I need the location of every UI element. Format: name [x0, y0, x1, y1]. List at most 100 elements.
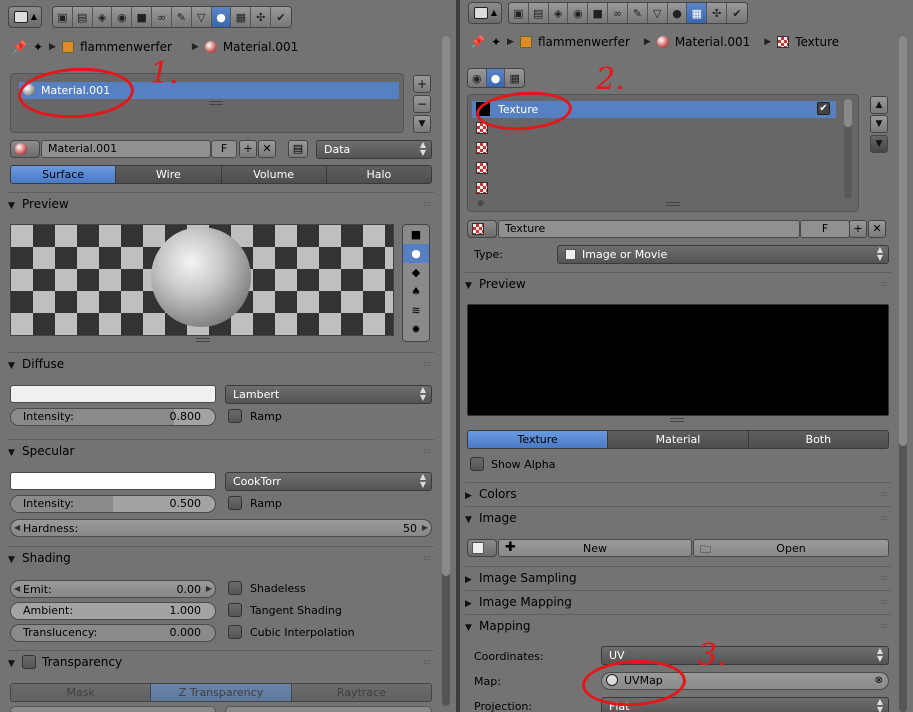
diffuse-shader-dropdown[interactable]: Lambert ▲ ▼ — [225, 385, 432, 404]
list-scrollbar[interactable] — [844, 99, 852, 199]
sky-preview-icon[interactable]: ✸ — [403, 320, 429, 339]
emit-field[interactable]: ◀ Emit: 0.00 ▶ — [10, 580, 216, 598]
decrement-arrow-icon[interactable]: ◀ — [14, 523, 20, 532]
physics-tab-icon[interactable]: ✔ — [727, 3, 747, 23]
mapping-panel-header[interactable]: ▼ Mapping:::: — [465, 614, 891, 636]
drag-handle-icon[interactable]: :::: — [423, 547, 431, 569]
list-scrollbar-thumb[interactable] — [844, 99, 852, 127]
unlink-texture-button[interactable]: ✕ — [868, 220, 886, 238]
material-tab-icon[interactable]: ● — [667, 3, 688, 23]
texture-preview-panel-header[interactable]: ▼ Preview:::: — [465, 272, 891, 294]
world-tab-icon[interactable]: ◉ — [112, 7, 133, 27]
tab-wire[interactable]: Wire — [116, 166, 222, 183]
texture-slot-empty-icon[interactable] — [476, 162, 488, 174]
tab-texture[interactable]: Texture — [468, 431, 609, 448]
diffuse-ramp-checkbox[interactable] — [228, 409, 242, 423]
specular-panel-header[interactable]: ▼ Specular:::: — [8, 439, 434, 461]
tab-raytrace[interactable]: Raytrace — [291, 684, 431, 701]
texture-tab-icon[interactable]: ▦ — [687, 3, 708, 23]
editor-type-menu[interactable]: ▲ — [8, 6, 42, 28]
shading-panel-header[interactable]: ▼ Shading:::: — [8, 546, 434, 568]
world-tab-icon[interactable]: ◉ — [568, 3, 589, 23]
scrollbar-track[interactable] — [899, 36, 907, 712]
scrollbar-track[interactable] — [442, 36, 450, 706]
preview-resize-grip[interactable] — [196, 338, 210, 342]
specular-color-swatch[interactable] — [10, 472, 216, 490]
constraints-tab-icon[interactable]: ∞ — [608, 3, 628, 23]
sphere-preview-icon[interactable]: ● — [403, 244, 429, 263]
data-tab-icon[interactable]: ▽ — [191, 7, 212, 27]
drag-handle-icon[interactable]: :::: — [880, 273, 888, 295]
tab-halo[interactable]: Halo — [326, 166, 431, 183]
tab-surface[interactable]: Surface — [11, 166, 117, 183]
texture-slot-empty-icon[interactable] — [476, 182, 488, 194]
open-image-button[interactable]: 🗀 Open — [693, 539, 889, 557]
diffuse-panel-header[interactable]: ▼ Diffuse:::: — [8, 352, 434, 374]
tangent-shading-checkbox[interactable] — [228, 603, 242, 617]
link-dropdown[interactable]: Data ▲ ▼ — [316, 140, 432, 159]
increment-arrow-icon[interactable]: ▶ — [422, 523, 428, 532]
scrollbar-thumb[interactable] — [899, 36, 907, 446]
image-sampling-panel-header[interactable]: ▶ Image Sampling:::: — [465, 566, 891, 588]
translucency-slider[interactable]: Translucency: 0.000 — [10, 624, 216, 642]
transparency-checkbox[interactable] — [22, 655, 36, 669]
image-mapping-panel-header[interactable]: ▶ Image Mapping:::: — [465, 590, 891, 612]
drag-handle-icon[interactable]: :::: — [880, 591, 888, 613]
render-layers-tab-icon[interactable]: ▤ — [72, 7, 93, 27]
tab-material[interactable]: Material — [608, 431, 749, 448]
modifiers-tab-icon[interactable]: ✎ — [627, 3, 648, 23]
increment-arrow-icon[interactable]: ▶ — [206, 584, 212, 593]
specular-shader-dropdown[interactable]: CookTorr ▲ ▼ — [225, 472, 432, 491]
drag-handle-icon[interactable]: :::: — [423, 651, 431, 673]
object-tab-icon[interactable]: ■ — [588, 3, 609, 23]
move-slot-up-button[interactable]: ▲ — [870, 96, 888, 114]
texture-enabled-checkbox[interactable]: ✔ — [817, 102, 830, 115]
texture-slot-empty-icon[interactable] — [476, 142, 488, 154]
texture-tab-icon[interactable]: ▦ — [231, 7, 252, 27]
colors-panel-header[interactable]: ▶ Colors:::: — [465, 482, 891, 504]
material-texture-icon[interactable]: ● — [486, 69, 506, 87]
tab-both[interactable]: Both — [748, 431, 888, 448]
tab-z-transparency[interactable]: Z Transparency — [151, 684, 292, 701]
drag-handle-icon[interactable]: :::: — [880, 483, 888, 505]
show-alpha-checkbox[interactable] — [470, 457, 484, 471]
preview-panel-header[interactable]: ▼ Preview:::: — [8, 192, 434, 214]
drag-handle-icon[interactable]: :::: — [423, 353, 431, 375]
cube-preview-icon[interactable]: ◆ — [403, 263, 429, 282]
image-panel-header[interactable]: ▼ Image:::: — [465, 506, 891, 528]
move-slot-down-button[interactable]: ▼ — [870, 115, 888, 133]
drag-handle-icon[interactable]: :::: — [880, 507, 888, 529]
render-tab-icon[interactable]: ▣ — [509, 3, 529, 23]
pin-icon[interactable]: 📌 — [12, 40, 27, 54]
list-resize-grip[interactable] — [666, 202, 680, 206]
particles-tab-icon[interactable]: ✣ — [707, 3, 728, 23]
data-tab-icon[interactable]: ▽ — [647, 3, 668, 23]
unlink-material-button[interactable]: ✕ — [258, 140, 276, 158]
shadeless-checkbox[interactable] — [228, 581, 242, 595]
new-texture-button[interactable]: + — [849, 220, 867, 238]
diffuse-color-swatch[interactable] — [10, 385, 216, 403]
drag-handle-icon[interactable]: :::: — [880, 615, 888, 637]
tab-mask[interactable]: Mask — [11, 684, 152, 701]
modifiers-tab-icon[interactable]: ✎ — [171, 7, 192, 27]
drag-handle-icon[interactable]: :::: — [423, 193, 431, 215]
slot-specials-button[interactable]: ▼ — [870, 135, 888, 153]
cubic-interpolation-checkbox[interactable] — [228, 625, 242, 639]
copy-paste-icon[interactable]: ▤ — [288, 140, 308, 158]
editor-type-menu[interactable]: ▲ — [468, 2, 502, 24]
slot-specials-button[interactable]: ▼ — [413, 115, 431, 133]
specular-ramp-checkbox[interactable] — [228, 496, 242, 510]
browse-material-button[interactable] — [10, 140, 40, 158]
fake-user-button[interactable]: F — [800, 220, 850, 238]
decrement-arrow-icon[interactable]: ◀ — [14, 584, 20, 593]
hair-preview-icon[interactable]: ≋ — [403, 301, 429, 320]
particles-tab-icon[interactable]: ✣ — [251, 7, 272, 27]
object-tab-icon[interactable]: ■ — [132, 7, 153, 27]
scene-tab-icon[interactable]: ◈ — [548, 3, 569, 23]
render-tab-icon[interactable]: ▣ — [53, 7, 73, 27]
constraints-tab-icon[interactable]: ∞ — [152, 7, 172, 27]
transparency-field-partial[interactable] — [225, 706, 432, 712]
preview-resize-grip[interactable] — [670, 418, 684, 422]
pin-icon[interactable]: 📌 — [470, 35, 485, 49]
monkey-preview-icon[interactable]: ♠ — [403, 282, 429, 301]
